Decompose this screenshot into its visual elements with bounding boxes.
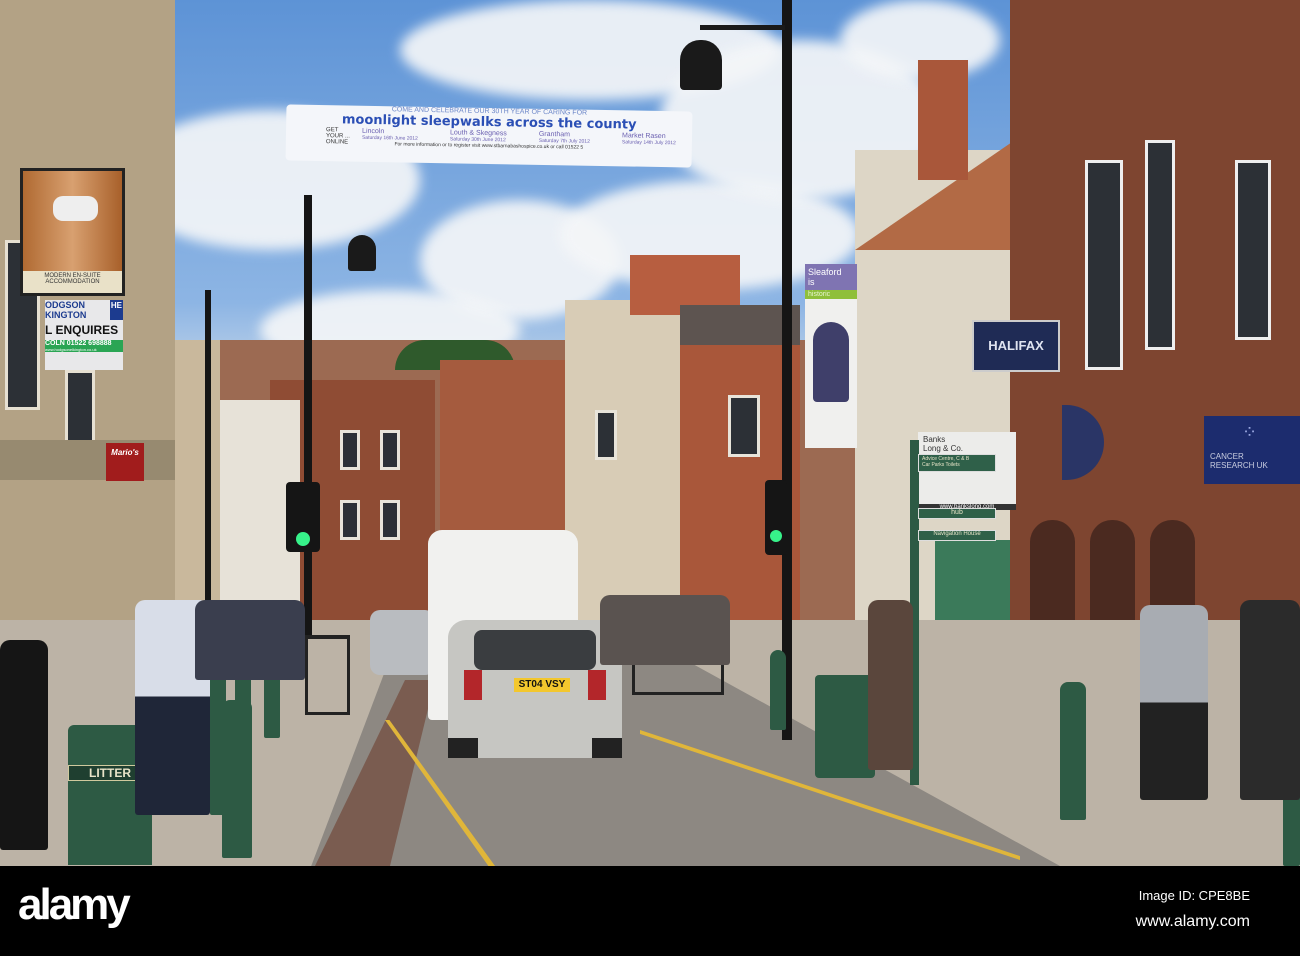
alamy-logo: alamy	[18, 880, 131, 929]
banner-event: Lincoln Saturday 16th June 2012	[361, 127, 418, 142]
street-lamp	[680, 40, 722, 90]
charity-banner: COME AND CELEBRATE OUR 30TH YEAR OF CARI…	[285, 104, 693, 168]
agent-name: KINGTON	[45, 310, 87, 320]
wheel	[592, 738, 622, 758]
bollard	[1060, 682, 1086, 820]
image-id: Image ID: CPE8BE	[1138, 888, 1250, 903]
sleaford-subtitle: historic	[805, 290, 857, 299]
number-plate: ST04 VSY	[514, 678, 570, 692]
railing	[305, 635, 350, 715]
window	[1145, 140, 1175, 350]
windmill-image	[813, 322, 849, 402]
alamy-website: www.alamy.com	[1135, 913, 1250, 930]
traffic-light	[286, 482, 320, 552]
pedestrian	[1140, 605, 1208, 800]
lamp-post	[205, 290, 211, 630]
litter-bin	[815, 675, 875, 778]
wheel	[448, 738, 478, 758]
lamp-post	[782, 0, 792, 740]
traffic-light	[765, 480, 787, 555]
stock-footer: alamy Image ID: CPE8BE www.alamy.com	[0, 866, 1300, 956]
window	[1085, 160, 1123, 370]
window	[380, 430, 400, 470]
window	[340, 430, 360, 470]
window	[380, 500, 400, 540]
halifax-sign: HALIFAX	[972, 320, 1060, 372]
sleaford-banner: Sleaford is historic	[805, 264, 857, 448]
window	[1235, 160, 1271, 340]
cream-building	[565, 300, 685, 630]
estate-agent-sign: ODGSON KINGTON HE L ENQUIRES COLN 01522 6…	[45, 300, 123, 370]
sleaford-title: Sleaford is	[805, 264, 857, 290]
enquiries-text: L ENQUIRES	[45, 323, 119, 337]
cancer-research-sign: ⁘ CANCER RESEARCH UK	[1204, 416, 1300, 484]
fingerpost-sign: Advice Centre, C & B Car Parks Toilets	[918, 454, 996, 472]
banner-event: Grantham Saturday 7th July 2012	[538, 130, 590, 145]
lamp-arm	[700, 25, 785, 30]
street-photo: ST04 VSY COME AND CELEBRATE OUR 30TH YEA…	[0, 0, 1300, 866]
window	[595, 410, 617, 460]
parked-car	[370, 610, 435, 675]
agent-logo: HE	[109, 300, 123, 320]
pub-sign-caption: MODERN EN-SUITE ACCOMMODATION	[23, 271, 122, 293]
deer-icon	[53, 196, 98, 221]
banner-event: Market Rasen Saturday 14th July 2012	[621, 132, 676, 147]
white-hart-painting	[23, 171, 122, 271]
marios-sign: Mario's	[106, 443, 144, 481]
awning	[0, 440, 175, 480]
pedestrians-group	[600, 595, 730, 665]
pedestrian	[0, 640, 48, 850]
fingerpost-sign: hub	[918, 508, 996, 519]
lamp-post	[304, 195, 312, 635]
pedestrians-group	[195, 600, 305, 680]
banner-left-note: GET YOUR ... ONLINE	[325, 127, 351, 146]
chimney	[918, 60, 968, 180]
bollard	[210, 665, 226, 815]
cancer-research-logo-icon: ⁘	[1242, 422, 1258, 442]
window	[340, 500, 360, 540]
fingerpost-sign: Navigation House	[918, 530, 996, 541]
tail-light	[464, 670, 482, 700]
agent-contact: COLN 01522 698888 www.hodgsonelkington.c…	[45, 340, 123, 352]
pedestrian	[1240, 600, 1300, 800]
window	[728, 395, 760, 457]
banner-event: Louth & Skegness Saturday 30th June 2012	[449, 129, 507, 144]
street-lamp	[348, 235, 376, 271]
agent-name: ODGSON	[45, 300, 86, 310]
tail-light	[588, 670, 606, 700]
silver-car[interactable]: ST04 VSY	[448, 620, 622, 758]
pub-sign: MODERN EN-SUITE ACCOMMODATION	[20, 168, 125, 296]
agent-name: Banks Long & Co.	[923, 435, 964, 453]
green-light-icon	[770, 530, 782, 542]
green-light-icon	[296, 532, 310, 546]
window	[65, 370, 95, 450]
bollard	[770, 650, 786, 730]
rear-window	[474, 630, 596, 670]
pedestrian	[868, 600, 913, 770]
